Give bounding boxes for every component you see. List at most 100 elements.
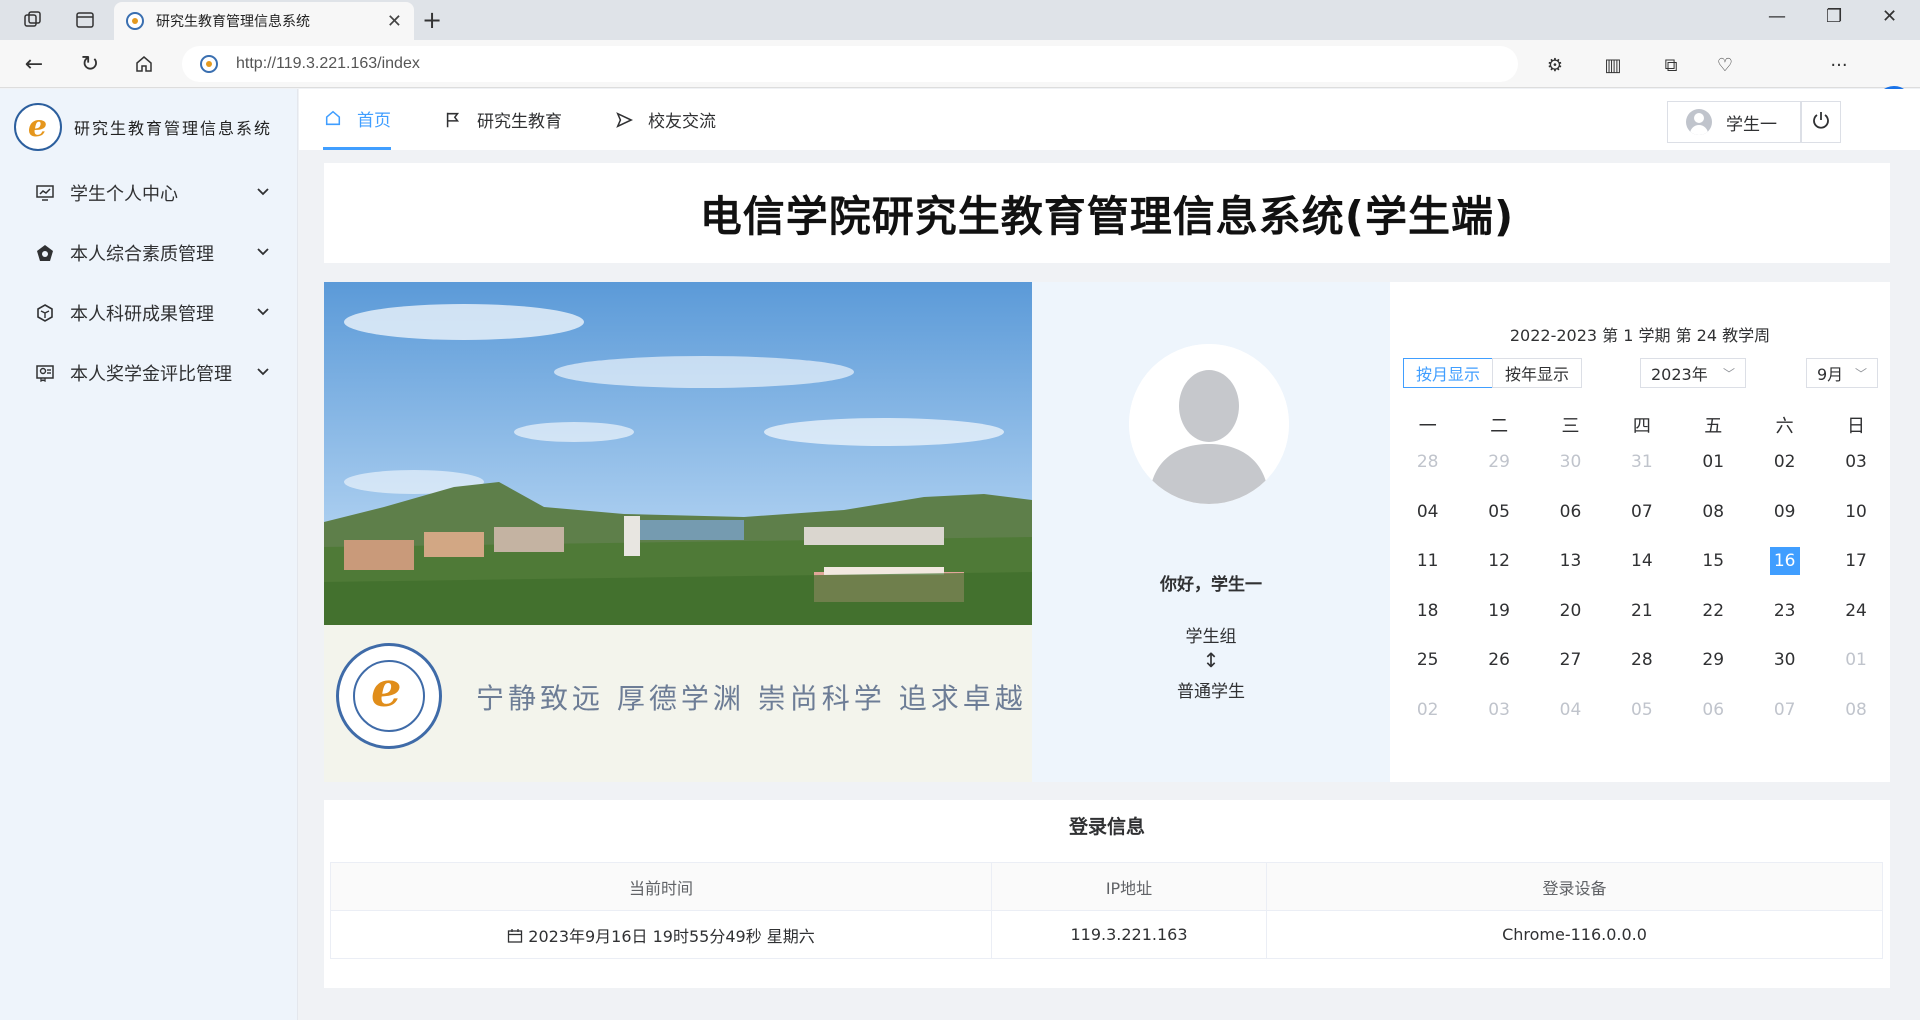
calendar-day[interactable]: 25 — [1392, 644, 1463, 694]
chevron-down-icon — [256, 305, 276, 321]
minimize-icon[interactable]: — — [1768, 6, 1786, 27]
sidebar-item-quality[interactable]: 本人综合素质管理 — [0, 225, 298, 281]
calendar-day[interactable]: 08 — [1820, 694, 1891, 744]
calendar-day[interactable]: 06 — [1535, 496, 1606, 546]
brand-title: 研究生教育管理信息系统 — [74, 119, 273, 138]
calendar-day[interactable]: 07 — [1749, 694, 1820, 744]
calendar-day[interactable]: 22 — [1678, 595, 1749, 645]
campus-banner: e 宁静致远 厚德学渊 崇尚科学 追求卓越 — [324, 282, 1032, 782]
calendar-day-number: 24 — [1845, 600, 1867, 621]
calendar-day-number: 27 — [1559, 650, 1582, 671]
calendar-day[interactable]: 26 — [1463, 644, 1534, 694]
sidebar-item-label: 本人综合素质管理 — [70, 244, 214, 265]
close-window-icon[interactable]: ✕ — [1882, 6, 1897, 27]
calendar-day[interactable]: 03 — [1463, 694, 1534, 744]
close-tab-icon[interactable]: ✕ — [387, 11, 402, 32]
sidebar: 研究生教育管理信息系统 学生个人中心 本人综合素质管理 本人科研成果管理 — [0, 89, 298, 1020]
calendar-day[interactable]: 27 — [1535, 644, 1606, 694]
calendar-day[interactable]: 10 — [1820, 496, 1891, 546]
tab-alumni[interactable]: 校友交流 — [614, 89, 716, 150]
calendar-day[interactable]: 23 — [1749, 595, 1820, 645]
calendar-day[interactable]: 28 — [1606, 644, 1677, 694]
calendar-day[interactable]: 08 — [1678, 496, 1749, 546]
weekday: 五 — [1704, 416, 1723, 437]
collections-icon[interactable]: ⧉ — [1658, 52, 1684, 78]
calendar-day-number: 19 — [1488, 600, 1510, 621]
power-icon — [1811, 110, 1831, 134]
calendar-day[interactable]: 30 — [1749, 644, 1820, 694]
calendar-day[interactable]: 02 — [1749, 446, 1820, 496]
maximize-icon[interactable]: ❐ — [1826, 6, 1842, 27]
back-icon[interactable]: ← — [20, 50, 48, 78]
more-menu-icon[interactable]: ··· — [1826, 52, 1852, 78]
calendar-day[interactable]: 07 — [1606, 496, 1677, 546]
calendar-icon — [507, 927, 528, 946]
sidebar-item-research[interactable]: 本人科研成果管理 — [0, 285, 298, 341]
calendar-day[interactable]: 01 — [1820, 644, 1891, 694]
motto-strip: e 宁静致远 厚德学渊 崇尚科学 追求卓越 — [324, 625, 1032, 782]
calendar-day[interactable]: 29 — [1678, 644, 1749, 694]
calendar-day-number: 26 — [1488, 650, 1510, 671]
home-browser-icon[interactable] — [130, 50, 158, 78]
month-value: 9月 — [1817, 365, 1844, 384]
calendar-day[interactable]: 20 — [1535, 595, 1606, 645]
calendar-day[interactable]: 03 — [1820, 446, 1891, 496]
calendar-day-today[interactable]: 16 — [1749, 545, 1820, 595]
tab-graduate-education[interactable]: 研究生教育 — [443, 89, 562, 150]
calendar-day[interactable]: 11 — [1392, 545, 1463, 595]
calendar-day-number: 18 — [1416, 600, 1439, 621]
split-screen-icon[interactable]: ▥ — [1600, 52, 1626, 78]
month-select[interactable]: 9月 ﹀ — [1806, 358, 1878, 388]
sidebar-item-label: 本人奖学金评比管理 — [70, 364, 232, 385]
calendar-day[interactable]: 29 — [1463, 446, 1534, 496]
table-header: 登录设备 — [1266, 862, 1883, 911]
extensions-icon[interactable]: ⚙ — [1542, 52, 1568, 78]
url-field[interactable]: http://119.3.221.163/index — [182, 46, 1518, 82]
calendar-day[interactable]: 30 — [1535, 446, 1606, 496]
tab-actions-icon[interactable] — [72, 8, 98, 32]
calendar-day[interactable]: 05 — [1463, 496, 1534, 546]
calendar-day-number: 04 — [1559, 699, 1582, 720]
refresh-icon[interactable]: ↻ — [76, 50, 104, 78]
user-menu[interactable]: 学生一 — [1667, 101, 1801, 143]
page-title-card: 电信学院研究生教育管理信息系统(学生端) — [324, 163, 1890, 263]
calendar-day[interactable]: 04 — [1392, 496, 1463, 546]
calendar-day-number: 06 — [1559, 501, 1582, 522]
tab-home[interactable]: 首页 — [323, 89, 391, 150]
calendar-day[interactable]: 06 — [1678, 694, 1749, 744]
calendar-day-number: 13 — [1559, 551, 1582, 572]
calendar-day[interactable]: 12 — [1463, 545, 1534, 595]
sidebar-item-scholarship[interactable]: 本人奖学金评比管理 — [0, 345, 298, 401]
calendar-day[interactable]: 18 — [1392, 595, 1463, 645]
workspaces-icon[interactable] — [20, 8, 46, 32]
calendar-day[interactable]: 28 — [1392, 446, 1463, 496]
calendar-day[interactable]: 21 — [1606, 595, 1677, 645]
calendar-day[interactable]: 17 — [1820, 545, 1891, 595]
calendar-day[interactable]: 13 — [1535, 545, 1606, 595]
calendar-day-number: 01 — [1845, 650, 1867, 671]
calendar-day[interactable]: 01 — [1678, 446, 1749, 496]
calendar-day[interactable]: 05 — [1606, 694, 1677, 744]
logout-button[interactable] — [1801, 101, 1841, 143]
calendar-day[interactable]: 24 — [1820, 595, 1891, 645]
new-tab-icon[interactable]: + — [422, 6, 442, 34]
top-nav: 首页 研究生教育 校友交流 学生一 — [299, 89, 1920, 150]
browser-essentials-icon[interactable]: ♡ — [1712, 52, 1738, 78]
calendar-day[interactable]: 14 — [1606, 545, 1677, 595]
calendar-day[interactable]: 31 — [1606, 446, 1677, 496]
home-icon — [323, 108, 343, 128]
calendar-day[interactable]: 19 — [1463, 595, 1534, 645]
view-by-month-button[interactable]: 按月显示 — [1403, 358, 1493, 388]
calendar-day[interactable]: 15 — [1678, 545, 1749, 595]
year-select[interactable]: 2023年 ﹀ — [1640, 358, 1746, 388]
calendar-day-number: 20 — [1559, 600, 1582, 621]
sidebar-item-student-center[interactable]: 学生个人中心 — [0, 165, 298, 221]
calendar-day[interactable]: 04 — [1535, 694, 1606, 744]
calendar-day[interactable]: 09 — [1749, 496, 1820, 546]
browser-tab[interactable]: 研究生教育管理信息系统 ✕ — [114, 2, 414, 40]
view-by-year-button[interactable]: 按年显示 — [1492, 358, 1582, 388]
calendar-day[interactable]: 02 — [1392, 694, 1463, 744]
login-info-title: 登录信息 — [1068, 816, 1145, 838]
url-text: http://119.3.221.163/index — [236, 55, 420, 72]
calendar-day-number: 08 — [1702, 501, 1725, 522]
